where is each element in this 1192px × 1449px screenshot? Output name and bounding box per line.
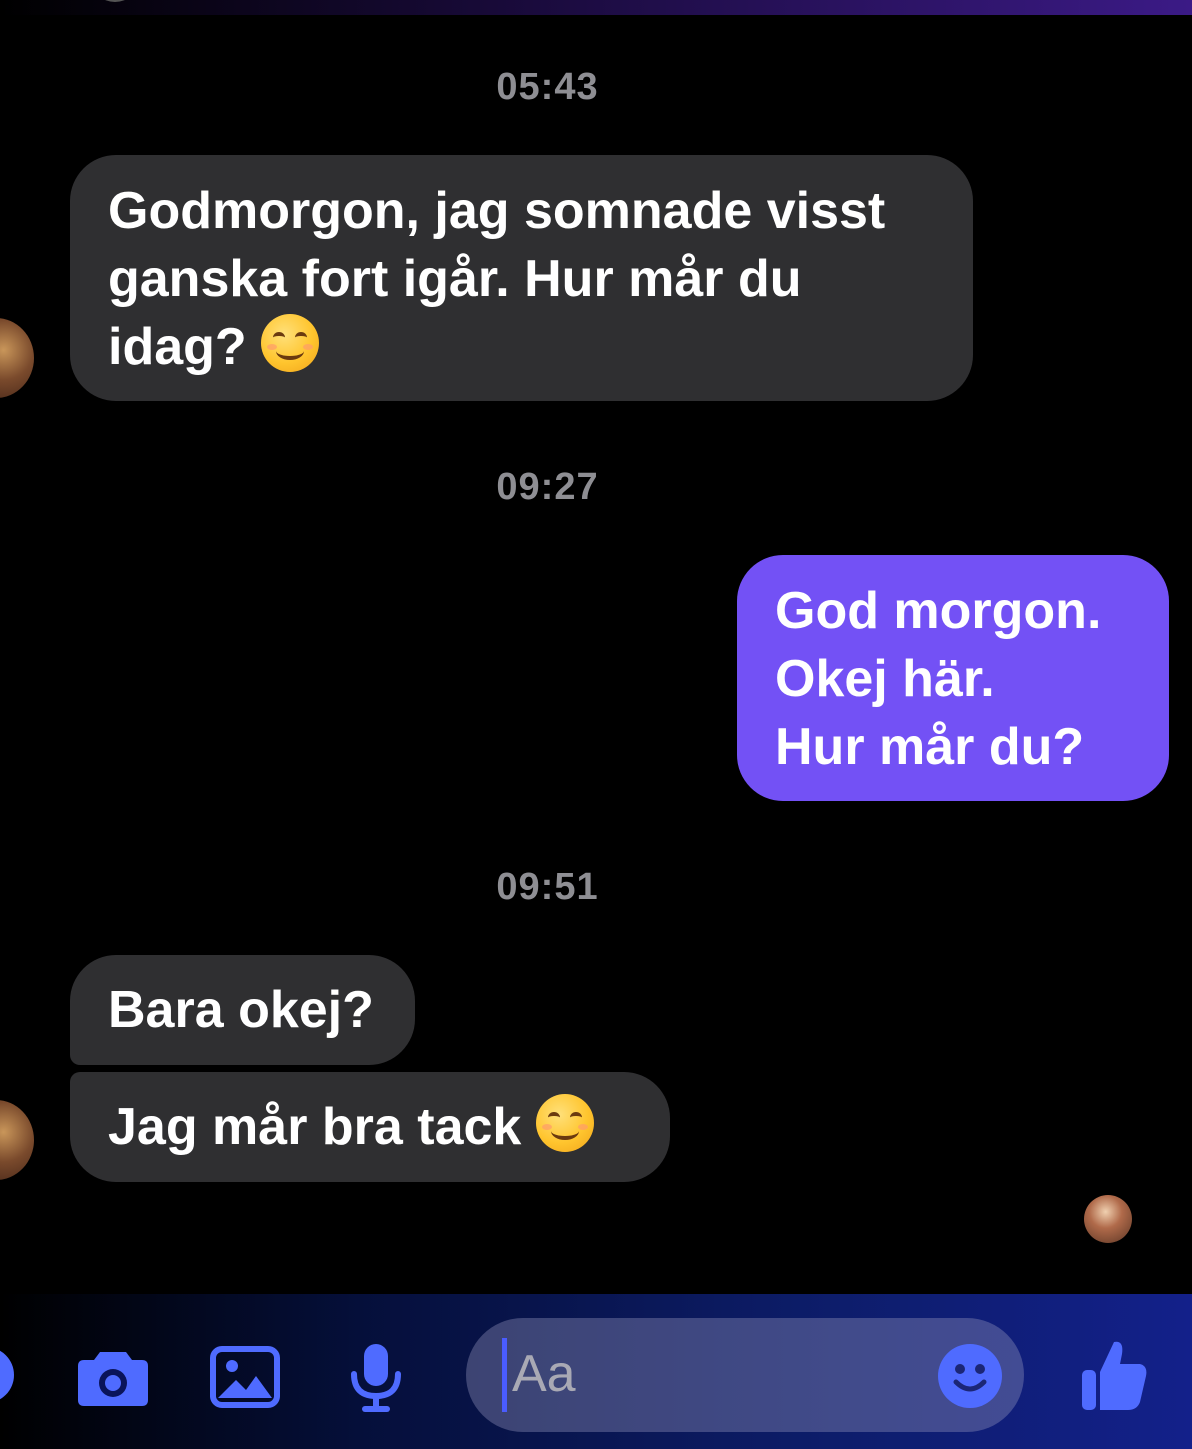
text-caret [502,1338,507,1412]
message-line: Hur mår du? [775,718,1085,776]
message-line: Okej här. [775,650,995,708]
emoji-icon[interactable] [936,1342,1004,1410]
contact-avatar[interactable] [0,318,34,398]
incoming-message[interactable]: Jag mår bra tack [70,1072,670,1182]
more-actions-icon[interactable] [0,1344,16,1406]
message-line: idag? [108,313,935,381]
message-line: God morgon. [775,582,1102,640]
timestamp: 09:51 [496,866,599,908]
smiling-face-emoji [535,1094,594,1152]
incoming-message[interactable]: Godmorgon, jag somnade visst ganska fort… [70,155,973,401]
header-avatar[interactable] [92,0,138,2]
header-strip [0,0,1192,15]
message-input-placeholder: Aa [512,1345,576,1403]
message-input[interactable]: Aa [466,1318,1024,1432]
message-text: Bara okej? [108,981,374,1039]
smiling-face-emoji [261,314,320,372]
message-text: Jag mår bra tack [108,1098,522,1156]
microphone-icon[interactable] [348,1342,404,1414]
read-receipt-avatar [1084,1195,1132,1243]
outgoing-message[interactable]: God morgon. Okej här. Hur mår du? [737,555,1169,801]
gallery-icon[interactable] [210,1346,280,1408]
message-line: ganska fort igår. Hur mår du [108,250,802,308]
contact-avatar[interactable] [0,1100,34,1180]
timestamp: 09:27 [496,466,599,508]
incoming-message[interactable]: Bara okej? [70,955,415,1065]
thumbs-up-icon[interactable] [1080,1338,1150,1412]
message-line: Godmorgon, jag somnade visst [108,182,886,240]
message-text: idag? [108,318,247,376]
timestamp: 05:43 [496,66,599,108]
camera-icon[interactable] [76,1346,150,1408]
